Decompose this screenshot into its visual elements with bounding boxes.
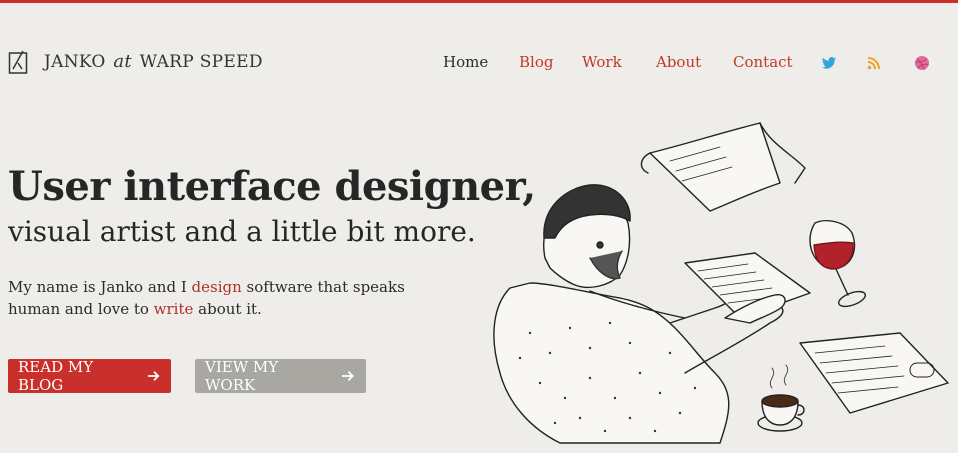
designer-illustration [493,122,949,444]
newspaper [799,332,949,414]
nav-blog[interactable]: Blog [519,53,553,71]
dribbble-icon[interactable] [914,55,930,71]
arrow-right-icon [342,370,355,382]
wine-glass [809,220,867,308]
hero-title: User interface designer, [8,163,536,210]
hero-intro: My name is Janko and I design software t… [8,278,405,318]
twitter-icon[interactable] [821,55,837,71]
view-my-work-button[interactable]: VIEW MY WORK [195,358,366,394]
nav-work[interactable]: Work [582,53,622,71]
design-link[interactable]: design [192,278,242,296]
main-nav: Home Blog Work About Contact [0,53,958,77]
flying-paper [640,122,806,212]
write-link[interactable]: write [154,300,194,318]
nav-about[interactable]: About [656,53,701,71]
hero-subtitle: visual artist and a little bit more. [8,215,476,248]
nav-contact[interactable]: Contact [733,53,793,71]
view-my-work-label: VIEW MY WORK [205,358,279,394]
rss-icon[interactable] [866,55,882,71]
nav-home[interactable]: Home [443,53,488,71]
arrow-right-icon [147,371,160,381]
read-my-blog-button[interactable]: READ MY BLOG [8,358,171,394]
coffee-cup [757,364,805,432]
read-my-blog-label: READ MY BLOG [18,358,94,394]
